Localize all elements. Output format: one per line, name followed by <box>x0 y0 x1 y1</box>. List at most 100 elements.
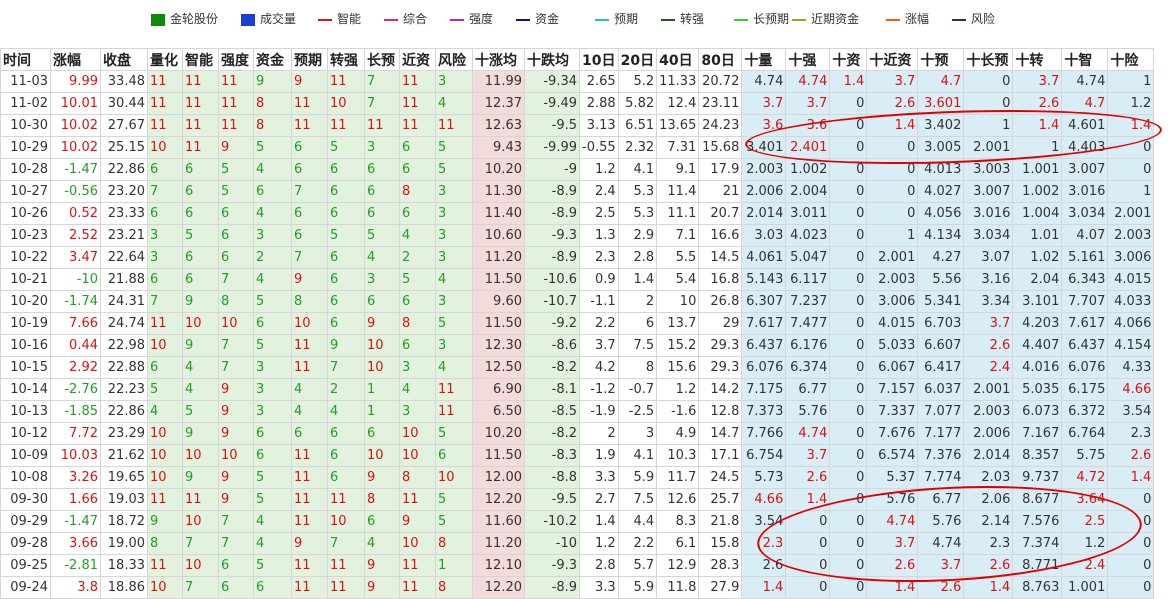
cell-shi-qiang: 3.7 <box>785 92 831 115</box>
legend-item-zhangfu[interactable]: 涨幅 <box>886 11 929 27</box>
table-row[interactable]: 10-15 2.92 22.88 6 4 7 3 11 7 10 3 4 12.50 -8.2 4.2 8 15… <box>0 356 1155 379</box>
table-row[interactable]: 09-29 -1.47 18.72 9 10 7 4 11 10 6 9 5 11.60 -10.2 1.4… <box>0 510 1155 533</box>
legend-line-icon <box>318 18 332 21</box>
col-header-shi-die-jun[interactable]: 十跌均 <box>524 48 580 71</box>
legend-item-zonghe[interactable]: 综合 <box>384 11 427 27</box>
table-row[interactable]: 09-24 3.8 18.86 10 7 6 6 11 11 9 11 8 12.20 -8.9 3.3 5.… <box>0 576 1155 599</box>
cell-change: 3.47 <box>50 246 101 269</box>
col-header-yuqi[interactable]: 预期 <box>291 48 328 71</box>
cell-lianghua: 8 <box>147 532 183 555</box>
cell-d20: 1.4 <box>617 268 658 291</box>
cell-shi-qiang: 0 <box>785 532 831 555</box>
table-row[interactable]: 10-28 -1.47 22.86 6 6 5 4 6 6 6 6 5 10.20 -9 1.2 4.1 9.1… <box>0 158 1155 181</box>
legend-item-changyuqi[interactable]: 长预期 <box>734 11 789 27</box>
col-header-shi-zhuan[interactable]: 十转 <box>1012 48 1063 71</box>
cell-d10: 4.2 <box>579 356 619 379</box>
table-row[interactable]: 10-22 3.47 22.64 3 6 6 2 7 6 4 2 3 11.20 -8.9 2.3 2.8 5.… <box>0 246 1155 269</box>
cell-d10: 0.9 <box>579 268 619 291</box>
legend-item-jinlun-stock[interactable]: 金轮股份 <box>151 11 218 27</box>
cell-zijin: 6 <box>253 180 292 203</box>
table-row[interactable]: 10-08 3.26 19.65 10 9 9 5 11 6 9 8 10 12.00 -8.8 3.3 5.… <box>0 466 1155 489</box>
col-header-fengxian[interactable]: 风险 <box>435 48 473 71</box>
table-row[interactable]: 10-12 7.72 23.29 10 9 9 6 6 6 6 10 5 10.20 -8.2 2 3 4.9 1… <box>0 422 1155 445</box>
cell-zijin: 5 <box>253 136 292 159</box>
cell-time: 10-21 <box>0 268 51 291</box>
cell-shi-xian: 3.006 <box>1107 246 1155 269</box>
col-header-shi-jinzi[interactable]: 十近资 <box>866 48 919 71</box>
legend-item-zhineng[interactable]: 智能 <box>318 11 361 27</box>
cell-shi-xian: 4.015 <box>1107 268 1155 291</box>
col-header-d80[interactable]: 80日 <box>698 48 743 71</box>
legend-item-volume[interactable]: 成交量 <box>241 11 296 27</box>
col-header-shi-zi[interactable]: 十资 <box>829 48 868 71</box>
table-row[interactable]: 10-20 -1.74 24.31 7 9 8 5 8 6 6 6 3 9.60 -10.7 -1.1 2 10… <box>0 290 1155 313</box>
col-header-shi-zhi[interactable]: 十智 <box>1061 48 1109 71</box>
col-header-shi-yu[interactable]: 十预 <box>917 48 965 71</box>
cell-changyu: 6 <box>364 202 400 225</box>
table-row[interactable]: 09-30 1.66 19.03 11 11 9 5 11 11 8 11 5 12.20 -9.5 2.7… <box>0 488 1155 511</box>
cell-d10: 2.7 <box>579 488 619 511</box>
cell-shi-die-jun: -8.6 <box>524 334 580 357</box>
legend-item-qiangdu[interactable]: 强度 <box>450 11 493 27</box>
col-header-zijin[interactable]: 资金 <box>253 48 292 71</box>
table-row[interactable]: 10-09 10.03 21.62 10 10 10 6 11 6 10 10 6 11.50 -8.3 1… <box>0 444 1155 467</box>
legend-item-yuqi[interactable]: 预期 <box>595 11 638 27</box>
col-header-shi-changyu[interactable]: 十长预 <box>963 48 1014 71</box>
cell-qiangdu: 7 <box>218 356 254 379</box>
col-header-d20[interactable]: 20日 <box>617 48 658 71</box>
cell-shi-yu: 4.7 <box>917 70 965 93</box>
col-header-d10[interactable]: 10日 <box>579 48 619 71</box>
table-row[interactable]: 10-26 0.52 23.33 6 6 6 4 6 6 6 6 3 11.40 -8.9 2.5 5.3 11… <box>0 202 1155 225</box>
col-header-lianghua[interactable]: 量化 <box>147 48 183 71</box>
cell-shi-qiang: 0 <box>785 510 831 533</box>
col-header-close[interactable]: 收盘 <box>100 48 148 71</box>
table-row[interactable]: 10-16 0.44 22.98 10 9 7 5 11 9 10 6 3 12.30 -8.6 3.7 7.… <box>0 334 1155 357</box>
col-header-shi-liang[interactable]: 十量 <box>741 48 787 71</box>
col-header-zhineng[interactable]: 智能 <box>182 48 219 71</box>
legend-item-zhuanqiang[interactable]: 转强 <box>661 11 704 27</box>
table-row[interactable]: 10-30 10.02 27.67 11 11 11 8 11 11 11 11 11 12.63 -9.… <box>0 114 1155 137</box>
col-header-shi-qiang[interactable]: 十强 <box>785 48 831 71</box>
cell-shi-qiang: 6.176 <box>785 334 831 357</box>
legend-item-fengxian[interactable]: 风险 <box>952 11 995 27</box>
col-header-time[interactable]: 时间 <box>0 48 51 71</box>
table-row[interactable]: 10-23 2.52 23.21 3 5 6 3 6 5 5 4 3 10.60 -9.3 1.3 2.9 7.… <box>0 224 1155 247</box>
col-header-qiangdu[interactable]: 强度 <box>218 48 254 71</box>
table-row[interactable]: 11-02 10.01 30.44 11 11 11 8 11 10 7 11 4 12.37 -9.49… <box>0 92 1155 115</box>
cell-shi-changyu: 2.001 <box>963 136 1014 159</box>
legend-item-jinqi-zijin[interactable]: 近期资金 <box>792 11 859 27</box>
cell-shi-xian: 1 <box>1107 70 1155 93</box>
col-header-shi-zhang-jun[interactable]: 十涨均 <box>472 48 525 71</box>
cell-jinzi: 11 <box>399 70 436 93</box>
cell-fengxian: 5 <box>435 488 473 511</box>
table-row[interactable]: 11-03 9.99 33.48 11 11 11 9 9 11 7 11 3 11.99 -9.34 2.… <box>0 70 1155 93</box>
col-header-jinzi[interactable]: 近资 <box>399 48 436 71</box>
table-row[interactable]: 10-13 -1.85 22.86 4 5 9 3 4 4 1 3 11 6.50 -8.5 -1.9 -2.… <box>0 400 1155 423</box>
cell-shi-changyu: 1 <box>963 114 1014 137</box>
col-header-d40[interactable]: 40日 <box>656 48 700 71</box>
cell-shi-qiang: 2.004 <box>785 180 831 203</box>
col-header-change[interactable]: 涨幅 <box>50 48 101 71</box>
cell-yuqi: 11 <box>291 466 328 489</box>
cell-jinzi: 11 <box>399 488 436 511</box>
cell-zijin: 5 <box>253 334 292 357</box>
table-row[interactable]: 10-27 -0.56 23.20 7 6 5 6 7 6 6 8 3 11.30 -8.9 2.4 5.3 1… <box>0 180 1155 203</box>
cell-d80: 14.7 <box>698 422 743 445</box>
cell-jinzi: 11 <box>399 554 436 577</box>
table-row[interactable]: 09-28 3.66 19.00 8 7 7 4 9 7 4 10 8 11.20 -10 1.2 2.2 6.… <box>0 532 1155 555</box>
legend-item-zijin[interactable]: 资金 <box>516 11 559 27</box>
cell-zhuanqiang: 6 <box>327 466 365 489</box>
table-row[interactable]: 10-21 -10 21.88 6 6 7 4 9 6 3 5 4 11.50 -10.6 0.9 1.4 5.… <box>0 268 1155 291</box>
cell-d80: 21.8 <box>698 510 743 533</box>
cell-d80: 15.8 <box>698 532 743 555</box>
table-row[interactable]: 09-25 -2.81 18.33 11 10 6 5 11 11 9 11 1 12.10 -9.3 2.… <box>0 554 1155 577</box>
cell-zhineng: 4 <box>182 356 219 379</box>
cell-shi-jinzi: 5.76 <box>866 488 919 511</box>
table-row[interactable]: 10-19 7.66 24.74 11 10 10 6 10 6 9 8 5 11.50 -9.2 2.2 6… <box>0 312 1155 335</box>
col-header-zhuanqiang[interactable]: 转强 <box>327 48 365 71</box>
table-row[interactable]: 10-29 10.02 25.15 10 11 9 5 6 5 3 6 5 9.43 -9.99 -0.55… <box>0 136 1155 159</box>
table-row[interactable]: 10-14 -2.76 22.23 5 4 9 3 4 2 1 4 11 6.90 -8.1 -1.2 -0.… <box>0 378 1155 401</box>
col-header-shi-xian[interactable]: 十险 <box>1107 48 1155 71</box>
col-header-changyu[interactable]: 长预 <box>364 48 400 71</box>
cell-d10: 1.9 <box>579 444 619 467</box>
